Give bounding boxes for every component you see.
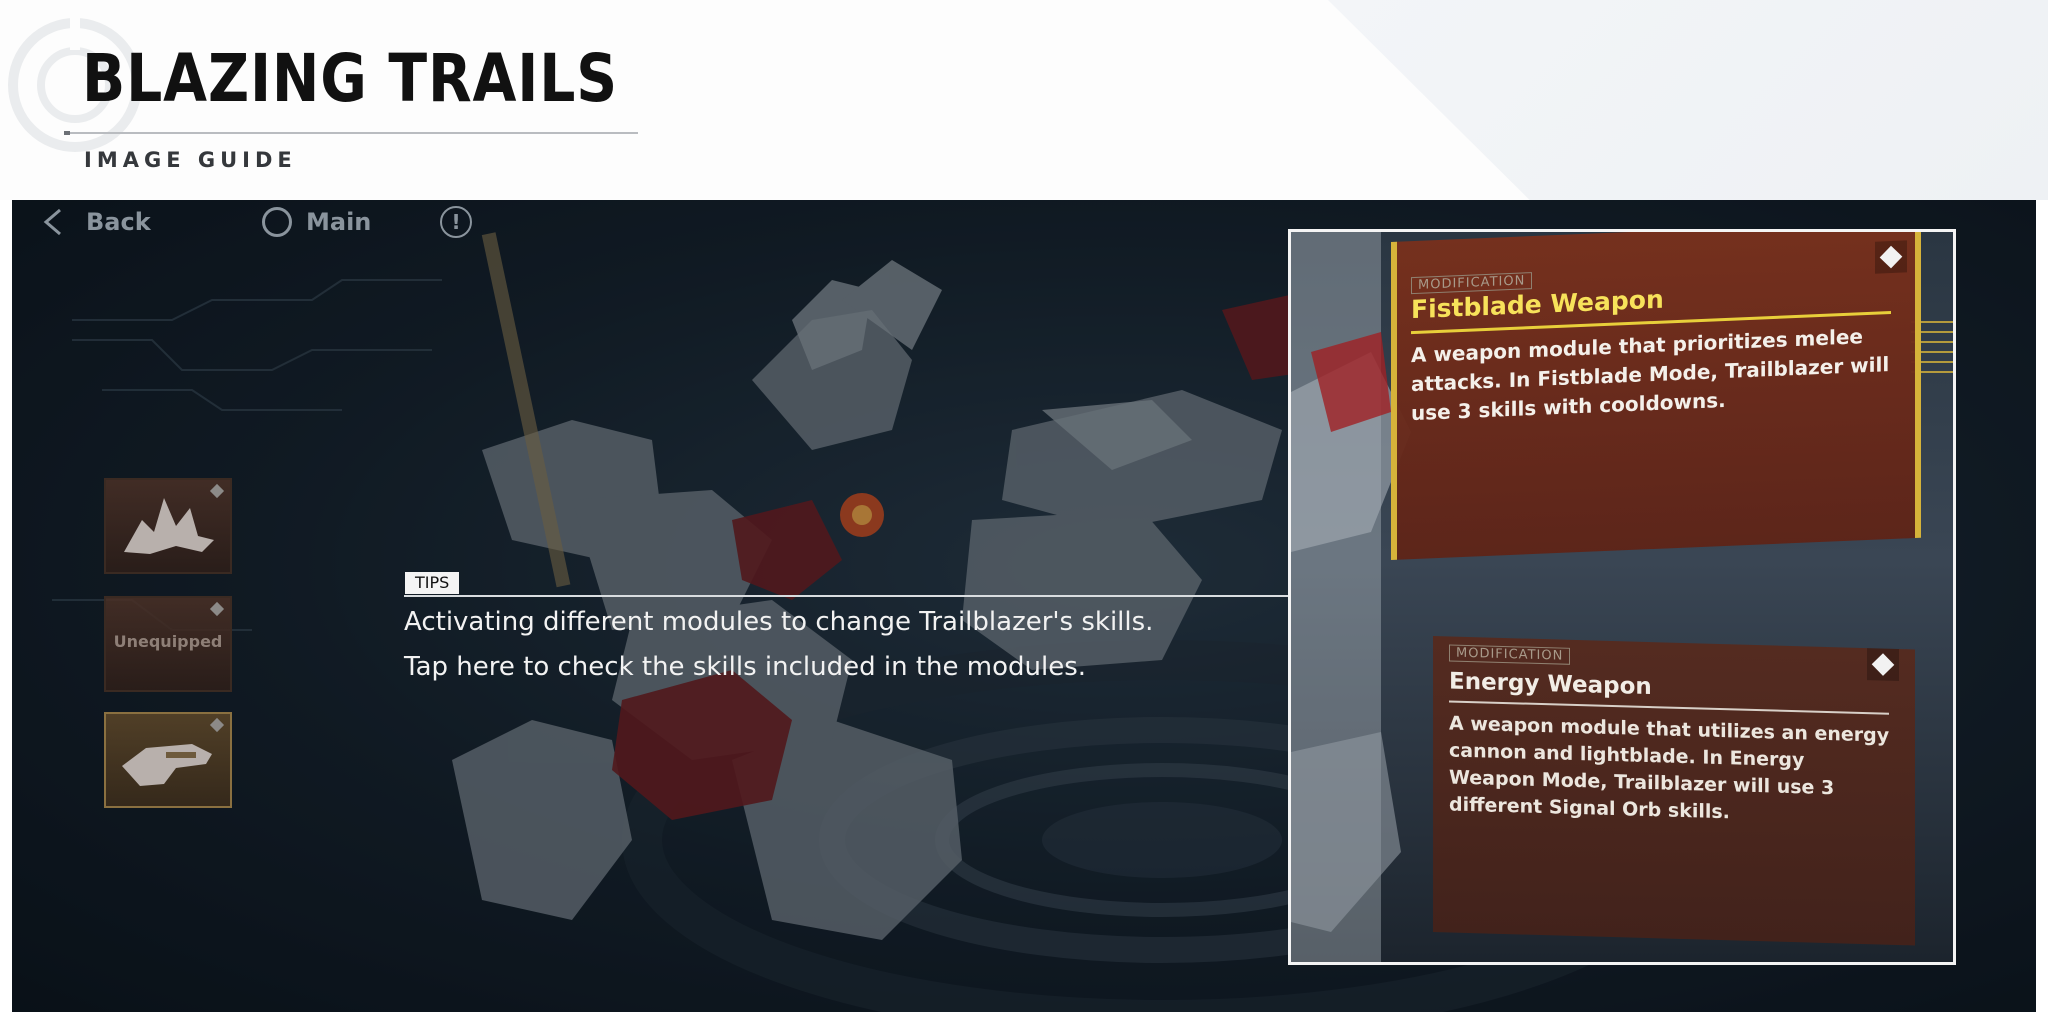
header-background-shape xyxy=(1328,0,2048,200)
module-slot-unequipped[interactable]: Unequipped xyxy=(104,596,232,692)
chevron-left-icon xyxy=(43,208,61,236)
tips-leader-line xyxy=(404,595,1288,597)
fistblade-module-icon xyxy=(124,498,214,554)
energy-weapon-module-icon xyxy=(122,744,212,786)
home-ring-icon xyxy=(262,207,292,237)
title-divider-marker xyxy=(64,131,70,135)
main-button[interactable]: Main xyxy=(262,207,402,237)
tips-text: Activating different modules to change T… xyxy=(404,600,1153,690)
tips-tag: TIPS xyxy=(405,572,460,594)
slot-gem-icon xyxy=(209,601,225,617)
page-subtitle: IMAGE GUIDE xyxy=(84,148,297,172)
card-description: A weapon module that prioritizes melee a… xyxy=(1411,324,1890,426)
card-description: A weapon module that utilizes an energy … xyxy=(1449,712,1890,824)
game-screenshot: Back Main ! Unequipped TIPS Activating d… xyxy=(12,200,2036,1012)
info-icon: ! xyxy=(440,206,472,238)
module-highlight-frame[interactable]: MODIFICATION Fistblade Weapon A weapon m… xyxy=(1288,229,1956,965)
info-button[interactable]: ! xyxy=(440,206,472,238)
main-label: Main xyxy=(306,208,372,236)
back-label: Back xyxy=(86,208,151,236)
page-title: BLAZING TRAILS xyxy=(82,40,619,117)
module-slot-energy[interactable] xyxy=(104,712,232,808)
back-button[interactable]: Back xyxy=(42,207,151,237)
fistblade-weapon-card: MODIFICATION Fistblade Weapon A weapon m… xyxy=(1391,232,1921,560)
title-divider xyxy=(64,132,638,134)
slot-label: Unequipped xyxy=(113,632,223,651)
tips-line-1: Activating different modules to change T… xyxy=(404,607,1154,637)
energy-weapon-card: MODIFICATION Energy Weapon A weapon modu… xyxy=(1433,636,1915,946)
game-top-nav: Back Main ! xyxy=(42,200,472,244)
module-slot-fistblade[interactable] xyxy=(104,478,232,574)
tips-line-2: Tap here to check the skills included in… xyxy=(404,652,1087,682)
info-glyph: ! xyxy=(451,210,461,234)
card-title: Energy Weapon xyxy=(1449,668,1652,701)
card-tag: MODIFICATION xyxy=(1449,644,1571,665)
guide-header: BLAZING TRAILS IMAGE GUIDE xyxy=(0,0,2048,200)
